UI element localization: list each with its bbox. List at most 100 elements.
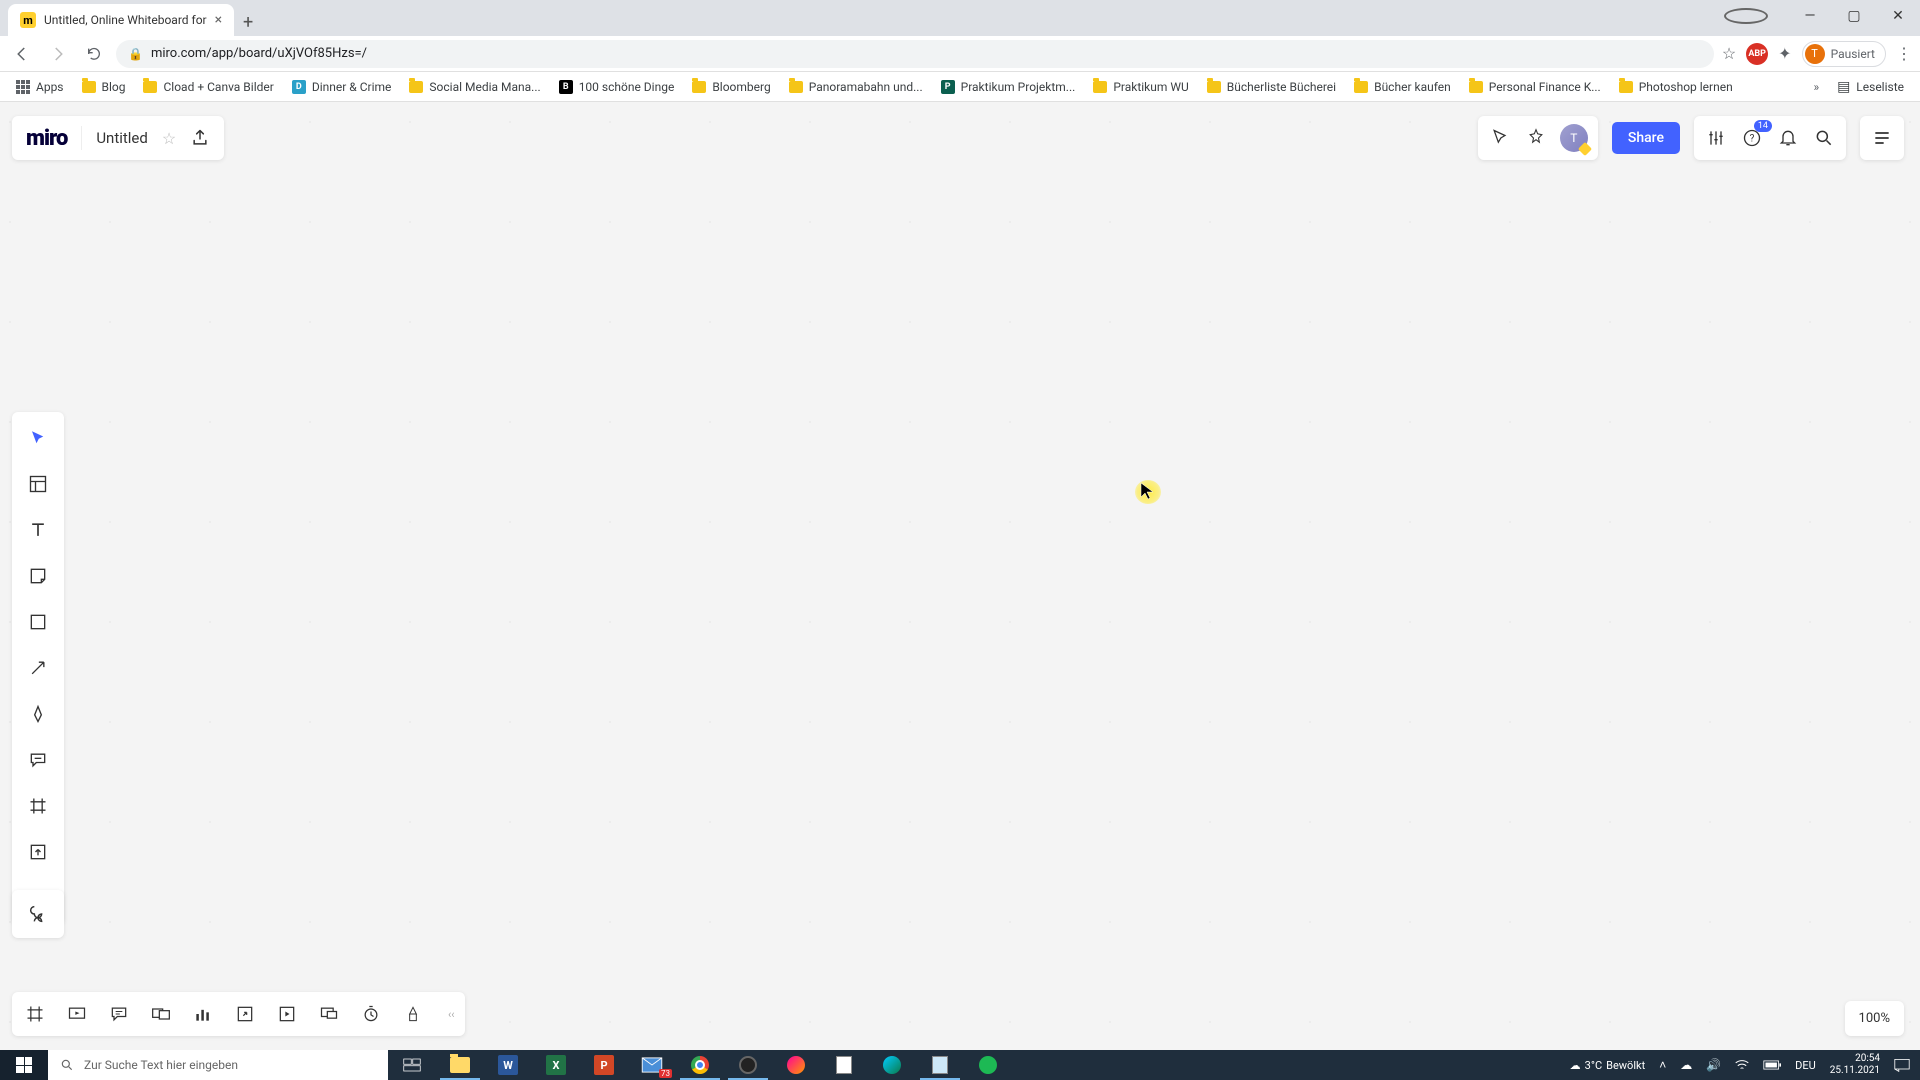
close-tab-icon[interactable]: × [215, 12, 222, 28]
language-indicator[interactable]: DEU [1795, 1059, 1816, 1072]
chrome-icon[interactable] [676, 1050, 724, 1080]
browser-chrome: m Untitled, Online Whiteboard for × + — … [0, 0, 1920, 102]
board-title[interactable]: Untitled [96, 129, 148, 147]
maximize-button[interactable]: ▢ [1832, 0, 1876, 32]
bookmark-personal-finance[interactable]: Personal Finance K... [1463, 76, 1607, 98]
bookmarks-overflow-icon[interactable]: » [1807, 80, 1825, 94]
comment-tool[interactable] [22, 744, 54, 776]
search-icon[interactable] [1812, 126, 1836, 150]
profile-chip[interactable]: T Pausiert [1802, 41, 1886, 67]
tray-chevron-icon[interactable]: ˄ [1659, 1058, 1666, 1072]
frames-panel-icon[interactable] [22, 1001, 48, 1027]
star-bookmark-icon[interactable]: ☆ [1722, 44, 1736, 63]
upload-tool[interactable] [22, 836, 54, 868]
bottom-toolbar: ‹‹ [12, 992, 465, 1036]
bookmark-buecherliste[interactable]: Bücherliste Bücherei [1201, 76, 1342, 98]
cards-icon[interactable] [148, 1001, 174, 1027]
notification-badge: 14 [1754, 120, 1772, 132]
bookmark-photoshop[interactable]: Photoshop lernen [1613, 76, 1739, 98]
new-tab-button[interactable]: + [234, 8, 262, 36]
connection-tool[interactable] [22, 652, 54, 684]
user-avatar[interactable]: T [1560, 124, 1588, 152]
url-field[interactable]: 🔒 miro.com/app/board/uXjVOf85Hzs=/ [116, 40, 1714, 68]
notepad-icon[interactable] [916, 1050, 964, 1080]
miro-canvas-area[interactable]: miro Untitled ☆ T Share ? 14 [0, 102, 1920, 1050]
bookmark-panoramabahn[interactable]: Panoramabahn und... [783, 76, 929, 98]
clock[interactable]: 20:54 25.11.2021 [1830, 1053, 1880, 1077]
wifi-icon[interactable] [1735, 1059, 1749, 1071]
bookmark-buecher-kaufen[interactable]: Bücher kaufen [1348, 76, 1457, 98]
battery-icon[interactable] [1763, 1060, 1781, 1070]
comments-panel-icon[interactable] [106, 1001, 132, 1027]
task-view-icon[interactable] [388, 1050, 436, 1080]
templates-tool[interactable] [22, 468, 54, 500]
export-icon[interactable] [190, 128, 210, 148]
forward-button[interactable] [44, 40, 72, 68]
abp-extension-icon[interactable]: ABP [1746, 43, 1768, 65]
bookmark-praktikum-wu[interactable]: Praktikum WU [1087, 76, 1194, 98]
excel-icon[interactable]: X [532, 1050, 580, 1080]
chrome-menu-icon[interactable]: ⋮ [1896, 44, 1912, 63]
start-button[interactable] [0, 1050, 48, 1080]
activity-panel-button[interactable] [1860, 116, 1904, 160]
app-icon-1[interactable] [772, 1050, 820, 1080]
cursor-mode-icon[interactable] [1488, 126, 1512, 150]
help-icon[interactable]: ? 14 [1740, 126, 1764, 150]
file-explorer-icon[interactable] [436, 1050, 484, 1080]
back-button[interactable] [8, 40, 36, 68]
apps-button[interactable]: Apps [10, 76, 70, 98]
weather-widget[interactable]: ☁ 3°C Bewölkt [1570, 1059, 1646, 1072]
bookmark-100-dinge[interactable]: B100 schöne Dinge [553, 76, 681, 98]
reactions-icon[interactable] [1524, 126, 1548, 150]
bookmark-praktikum-projekt[interactable]: PPraktikum Projektm... [935, 76, 1082, 98]
embed-icon[interactable] [274, 1001, 300, 1027]
apps-grid-icon [16, 80, 30, 94]
taskbar-search[interactable]: Zur Suche Text hier eingeben [48, 1050, 388, 1080]
bookmark-cload-canva[interactable]: Cload + Canva Bilder [137, 76, 279, 98]
presentation-icon[interactable] [64, 1001, 90, 1027]
close-window-button[interactable]: ✕ [1876, 0, 1920, 32]
collapse-toolbar-icon[interactable]: ‹‹ [442, 1008, 455, 1021]
miro-favicon: m [20, 12, 36, 28]
miro-logo[interactable]: miro [26, 126, 67, 151]
notifications-icon[interactable] [1894, 1058, 1910, 1072]
onedrive-icon[interactable]: ☁ [1680, 1058, 1692, 1072]
apps-tool[interactable] [12, 890, 64, 938]
system-tray: ☁ 3°C Bewölkt ˄ ☁ 🔊 DEU 20:54 25.11.2021 [1570, 1050, 1920, 1080]
settings-icon[interactable] [1704, 126, 1728, 150]
voting-icon[interactable] [400, 1001, 426, 1027]
pen-tool[interactable] [22, 698, 54, 730]
shape-tool[interactable] [22, 606, 54, 638]
share-button[interactable]: Share [1612, 122, 1680, 154]
text-tool[interactable] [22, 514, 54, 546]
obs-icon[interactable] [724, 1050, 772, 1080]
star-icon[interactable]: ☆ [162, 129, 176, 148]
bookmark-dinner-crime[interactable]: DDinner & Crime [286, 76, 398, 98]
powerpoint-icon[interactable]: P [580, 1050, 628, 1080]
chart-icon[interactable] [190, 1001, 216, 1027]
reload-button[interactable] [80, 40, 108, 68]
tab-strip: m Untitled, Online Whiteboard for × + — … [0, 0, 1920, 36]
word-icon[interactable]: W [484, 1050, 532, 1080]
minimize-button[interactable]: — [1788, 0, 1832, 32]
bookmark-blog[interactable]: Blog [76, 76, 132, 98]
reading-list-button[interactable]: ▤Leseliste [1831, 75, 1910, 99]
spotify-icon[interactable] [964, 1050, 1012, 1080]
frame-tool[interactable] [22, 790, 54, 822]
browser-tab[interactable]: m Untitled, Online Whiteboard for × [8, 4, 234, 36]
account-circle-icon[interactable] [1724, 8, 1768, 24]
zoom-indicator[interactable]: 100% [1845, 1001, 1904, 1036]
mail-icon[interactable]: 73 [628, 1050, 676, 1080]
bookmark-social-media[interactable]: Social Media Mana... [403, 76, 546, 98]
export-panel-icon[interactable] [232, 1001, 258, 1027]
bell-icon[interactable] [1776, 126, 1800, 150]
edge-icon[interactable] [868, 1050, 916, 1080]
app-icon-2[interactable] [820, 1050, 868, 1080]
volume-icon[interactable]: 🔊 [1706, 1058, 1721, 1072]
select-tool[interactable] [22, 422, 54, 454]
bookmark-bloomberg[interactable]: Bloomberg [686, 76, 776, 98]
screen-share-icon[interactable] [316, 1001, 342, 1027]
extensions-icon[interactable]: ✦ [1778, 44, 1791, 63]
sticky-note-tool[interactable] [22, 560, 54, 592]
timer-icon[interactable] [358, 1001, 384, 1027]
